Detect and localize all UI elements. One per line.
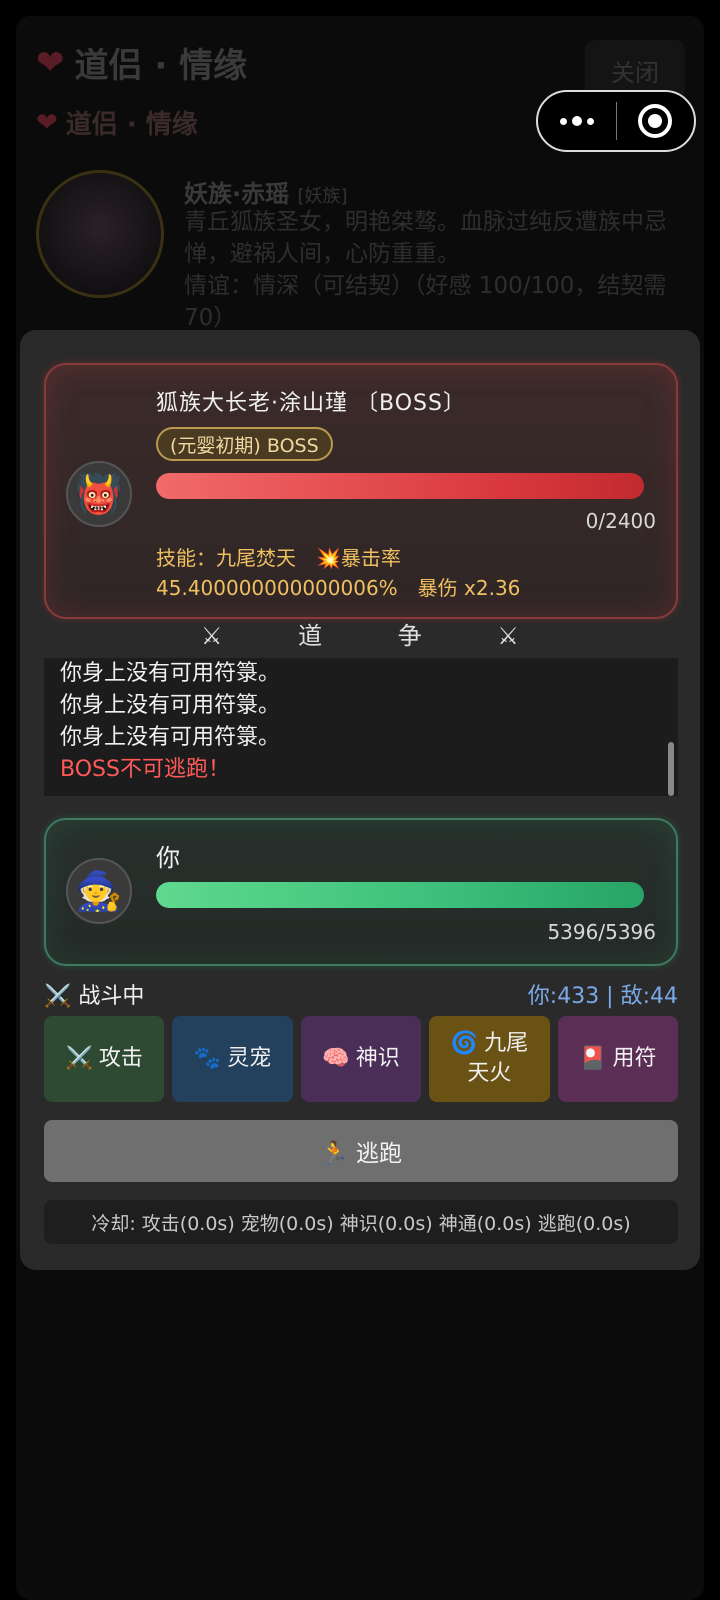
attack-button[interactable]: ⚔️ 攻击 (44, 1016, 165, 1102)
player-hp-fill (156, 882, 644, 908)
log-line-warning: BOSS不可逃跑！ (60, 757, 230, 782)
more-dot-icon (586, 117, 594, 125)
close-miniprogram-button[interactable] (617, 92, 695, 150)
heart-icon: ❤ (36, 107, 58, 138)
companion-name: 妖族·赤瑶 (184, 180, 290, 208)
action-buttons: ⚔️ 攻击 🐾 灵宠 🧠 神识 🌀 九尾天火 🎴 用符 (44, 1016, 679, 1102)
target-circle-icon (638, 104, 673, 138)
pet-button[interactable]: 🐾 灵宠 (172, 1016, 293, 1102)
player-hp-bar (156, 882, 644, 908)
battle-state: ⚔️ 战斗中 (44, 984, 145, 1009)
companion-tag: [妖族] (297, 186, 348, 207)
companion-description: 青丘狐族圣女，明艳桀骜。血脉过纯反遭族中忌惮，避祸人间，心防重重。 情谊：情深（… (184, 206, 670, 334)
background-subtitle: 道侣 · 情缘 (65, 110, 198, 140)
log-scrollbar[interactable] (668, 742, 674, 796)
skill-button[interactable]: 🌀 九尾天火 (429, 1016, 550, 1102)
boss-hp-text: 0/2400 (585, 509, 656, 533)
brain-icon: 🧠 (322, 1046, 350, 1071)
background-header: ❤ 道侣 · 情缘 (36, 38, 247, 87)
boss-hp-bar (156, 473, 644, 499)
divine-sense-label: 神识 (355, 1046, 400, 1071)
player-name: 你 (156, 844, 180, 872)
boss-skill-info: 技能：九尾焚天 💥暴击率 45.400000000000006% 暴伤 x2.3… (156, 546, 521, 600)
flee-button[interactable]: 🏃 逃跑 (44, 1120, 678, 1182)
background-title: 道侣 · 情缘 (74, 46, 248, 86)
companion-desc-text: 青丘狐族圣女，明艳桀骜。血脉过纯反遭族中忌惮，避祸人间，心防重重。 (184, 209, 667, 267)
companion-name-row: 妖族·赤瑶 [妖族] (184, 174, 348, 209)
player-card: 🧙 你 5396/5396 (44, 818, 678, 966)
more-dot-icon (559, 117, 567, 125)
card-icon: 🎴 (579, 1046, 607, 1071)
talisman-button[interactable]: 🎴 用符 (557, 1016, 679, 1102)
more-menu-button[interactable] (538, 92, 616, 150)
battle-log[interactable]: 你身上没有可用符箓。 你身上没有可用符箓。 你身上没有可用符箓。 BOSS不可逃… (44, 658, 678, 796)
companion-avatar (36, 170, 164, 298)
companion-status-text: 情谊：情深（可结契）（好感 100/100，结契需 70） (184, 273, 667, 331)
more-dot-icon (571, 116, 582, 126)
boss-hp-fill (156, 473, 644, 499)
divine-sense-button[interactable]: 🧠 神识 (300, 1016, 422, 1102)
talisman-label: 用符 (612, 1046, 657, 1071)
log-line: 你身上没有可用符箓。 (60, 661, 281, 686)
player-hp-text: 5396/5396 (547, 920, 656, 944)
battle-score: 你:433 | 敌:44 (527, 984, 678, 1009)
background-subheader: ❤ 道侣 · 情缘 (36, 104, 198, 141)
skill-label-wrap: 🌀 九尾天火 (449, 1029, 529, 1089)
boss-card: 👹 狐族大长老·涂山瑾 〔BOSS〕 (元婴初期) BOSS 0/2400 技能… (44, 363, 678, 619)
heart-icon: ❤ (36, 42, 65, 83)
wizard-icon: 🧙 (66, 858, 132, 924)
miniprogram-capsule (536, 90, 696, 152)
battle-modal: 👹 狐族大长老·涂山瑾 〔BOSS〕 (元婴初期) BOSS 0/2400 技能… (20, 330, 700, 1270)
pet-label: 灵宠 (227, 1046, 272, 1071)
log-line: 你身上没有可用符箓。 (60, 725, 281, 750)
boss-realm-badge: (元婴初期) BOSS (156, 427, 333, 461)
paw-icon: 🐾 (193, 1046, 222, 1071)
attack-label: 攻击 (98, 1046, 143, 1071)
swirl-icon: 🌀 (450, 1031, 479, 1056)
cooldown-info: 冷却: 攻击(0.0s) 宠物(0.0s) 神识(0.0s) 神通(0.0s) … (44, 1200, 678, 1244)
battle-status-row: ⚔️ 战斗中 你:433 | 敌:44 (44, 978, 678, 1014)
oni-face-icon: 👹 (66, 461, 132, 527)
battle-divider-title: ⚔ 道 争 ⚔ (201, 622, 553, 650)
boss-name: 狐族大长老·涂山瑾 〔BOSS〕 (156, 391, 466, 416)
crossed-swords-icon: ⚔️ (65, 1046, 93, 1071)
log-line: 你身上没有可用符箓。 (60, 693, 281, 718)
